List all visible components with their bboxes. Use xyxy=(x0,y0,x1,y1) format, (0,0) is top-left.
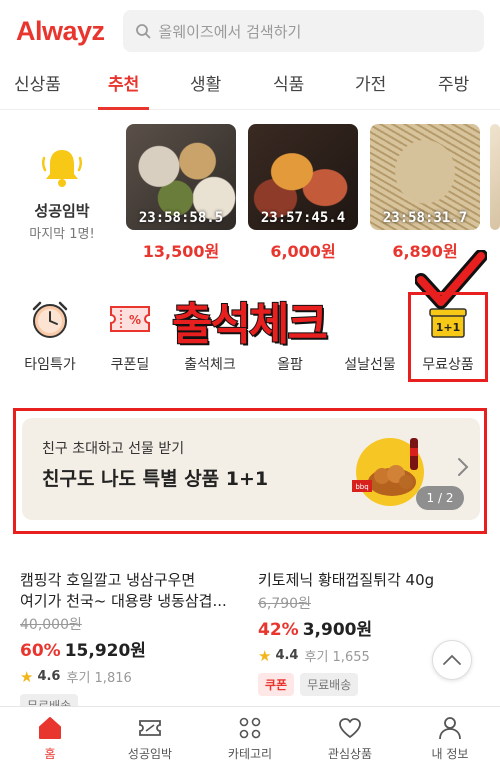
deal-timer: 23:57:45.4 xyxy=(260,210,346,226)
quick-menu-label: 올팜 xyxy=(277,357,303,373)
category-grid-icon xyxy=(239,717,261,739)
quick-menu-label: 설날선물 xyxy=(344,357,396,373)
deal-price: 13,500원 xyxy=(142,242,220,261)
tab-recommended[interactable]: 추천 xyxy=(97,66,150,110)
quick-menu-label: 타임특가 xyxy=(24,357,76,373)
success-imminent-card[interactable]: 성공임박 마지막 1명! xyxy=(12,144,112,242)
heart-icon xyxy=(339,718,361,738)
deal-card[interactable]: 23:57:45.4 6,000원 xyxy=(248,124,358,262)
app-logo[interactable]: Alwayz xyxy=(16,16,105,47)
free-product-highlight-box xyxy=(408,292,488,382)
deal-price: 6,000원 xyxy=(270,242,336,261)
nav-wishlist[interactable]: 관심상품 xyxy=(300,707,400,769)
tab-kitchen[interactable]: 주방 xyxy=(438,66,469,110)
discount-rate: 60% xyxy=(20,641,61,661)
deal-image xyxy=(490,124,500,230)
quick-menu-coupon-deal[interactable]: % 쿠폰딜 xyxy=(92,294,168,374)
success-title: 성공임박 xyxy=(34,202,90,220)
star-icon: ★ xyxy=(20,667,34,686)
nav-category[interactable]: 카테고리 xyxy=(200,707,300,769)
search-icon xyxy=(135,24,150,39)
quick-menu-time-deal[interactable]: 타임특가 xyxy=(12,294,88,374)
deal-card[interactable]: 23:58:31.7 6,890원 xyxy=(370,124,480,262)
coupon-badge: 쿠폰 xyxy=(258,673,295,696)
search-placeholder: 올웨이즈에서 검색하기 xyxy=(158,22,302,41)
nav-label: 카테고리 xyxy=(227,747,273,761)
profile-icon xyxy=(439,717,461,740)
sale-price: 42% 3,900원 xyxy=(258,615,486,640)
scroll-to-top-button[interactable] xyxy=(432,640,472,680)
rating: ★ 4.6 후기 1,816 xyxy=(20,667,248,687)
review-count: 후기 1,816 xyxy=(66,671,132,686)
tab-living[interactable]: 생활 xyxy=(190,66,221,110)
tab-appliance[interactable]: 가전 xyxy=(355,66,386,110)
deal-image: 23:58:31.7 xyxy=(370,124,480,230)
star-icon: ★ xyxy=(258,646,272,665)
review-count: 후기 1,655 xyxy=(304,650,370,665)
sale-price: 60% 15,920원 xyxy=(20,636,248,661)
product-name: 여기가 천국~ 대용량 냉동삼겹... xyxy=(20,592,227,610)
home-icon xyxy=(39,717,61,739)
svg-text:%: % xyxy=(129,313,141,327)
nav-label: 관심상품 xyxy=(327,747,373,761)
chevron-up-icon xyxy=(443,654,461,665)
nav-success-imminent[interactable]: 성공임박 xyxy=(100,707,200,769)
price-value: 15,920원 xyxy=(64,641,146,661)
rating-score: 4.4 xyxy=(275,648,299,663)
app-header: Alwayz 올웨이즈에서 검색하기 xyxy=(0,0,500,62)
bell-icon xyxy=(41,150,83,187)
quick-menu-label: 출석체크 xyxy=(184,357,236,373)
deal-card-partial[interactable] xyxy=(490,124,500,230)
product-name: 키토제닉 황태껍질튀각 40g xyxy=(258,571,435,589)
nav-label: 성공임박 xyxy=(127,747,173,761)
nav-my-info[interactable]: 내 정보 xyxy=(400,707,500,769)
quick-menu-label: 쿠폰딜 xyxy=(110,357,150,373)
price-value: 3,900원 xyxy=(302,620,373,640)
bottom-navigation: 홈 성공임박 카테고리 관심상품 내 정보 xyxy=(0,706,500,769)
rating-score: 4.6 xyxy=(37,669,61,684)
alarm-clock-icon xyxy=(32,301,68,338)
deal-timer: 23:58:58.5 xyxy=(138,210,224,226)
success-subtitle: 마지막 1명! xyxy=(29,227,95,242)
tab-food[interactable]: 식품 xyxy=(273,66,304,110)
nav-label: 홈 xyxy=(44,747,56,761)
quick-menu-lunar-gift[interactable]: 설날선물 xyxy=(332,294,408,374)
discount-rate: 42% xyxy=(258,620,299,640)
group-deal-strip: 성공임박 마지막 1명! 23:58:58.5 13,500원 23:57:45… xyxy=(0,122,500,264)
attendance-check-annotation: 출석체크 xyxy=(171,298,329,351)
deal-card[interactable]: 23:58:58.5 13,500원 xyxy=(126,124,236,262)
product-card[interactable]: 캠핑각 호일깔고 냉삼구우면 여기가 천국~ 대용량 냉동삼겹... 40,00… xyxy=(20,570,248,717)
deal-image: 23:57:45.4 xyxy=(248,124,358,230)
category-tabs: 신상품 추천 생활 식품 가전 주방 xyxy=(0,66,500,110)
deal-timer: 23:58:31.7 xyxy=(382,210,468,226)
free-shipping-badge: 무료배송 xyxy=(300,673,359,696)
tab-new[interactable]: 신상품 xyxy=(14,66,61,110)
nav-label: 내 정보 xyxy=(431,747,469,761)
original-price: 6,790원 xyxy=(258,596,311,612)
original-price: 40,000원 xyxy=(20,617,82,633)
coupon-icon: % xyxy=(110,306,150,332)
deal-image: 23:58:58.5 xyxy=(126,124,236,230)
search-bar[interactable]: 올웨이즈에서 검색하기 xyxy=(122,10,484,52)
nav-home[interactable]: 홈 xyxy=(0,707,100,769)
ticket-icon xyxy=(139,720,161,736)
product-name: 캠핑각 호일깔고 냉삼구우면 xyxy=(20,571,196,589)
banner-highlight-box xyxy=(13,408,487,534)
